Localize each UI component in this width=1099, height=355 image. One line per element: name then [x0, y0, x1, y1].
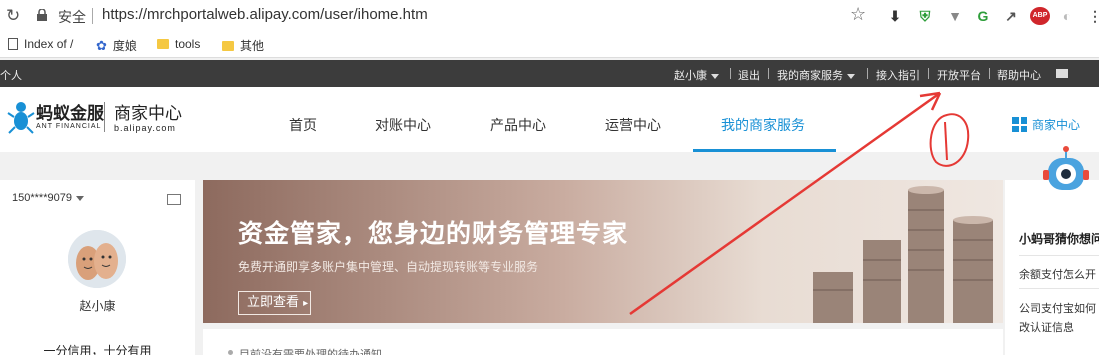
shield-extension-icon[interactable]: ⛨ [916, 7, 934, 25]
nav-my-services[interactable]: 我的商家服务 [721, 115, 805, 135]
folder-icon [157, 39, 169, 49]
bullet-icon [228, 350, 233, 355]
bookmark-duniang[interactable]: ✿ 度娘 [96, 37, 137, 54]
mail-icon[interactable] [1056, 69, 1068, 78]
bookmark-label: tools [175, 37, 201, 51]
merchant-center-label: 商家中心 [1032, 118, 1081, 132]
grid-icon [1012, 117, 1027, 132]
guide-link[interactable]: 接入指引 [876, 67, 920, 83]
open-platform-link[interactable]: 开放平台 [937, 67, 981, 83]
avatar[interactable] [68, 230, 126, 288]
lock-icon [37, 9, 47, 21]
browser-url-bar: ↻ 安全 https://mrchportalweb.alipay.com/us… [0, 0, 1099, 32]
coins-image [813, 186, 993, 323]
main-header: 蚂蚁金服 ANT FINANCIAL 商家中心 b.alipay.com 首页 … [0, 87, 1099, 152]
todo-notice: 目前没有需要处理的待办通知 [203, 329, 1003, 355]
secure-label: 安全 [58, 10, 86, 26]
page-icon [8, 38, 18, 50]
adblock-icon[interactable]: ABP [1030, 7, 1050, 25]
nav-operations[interactable]: 运营中心 [605, 115, 661, 135]
personal-link[interactable]: 个人 [0, 67, 22, 83]
folder-icon [222, 40, 234, 51]
account-switcher[interactable]: 150****9079 [12, 192, 84, 204]
chevron-down-icon [847, 73, 855, 79]
active-tab-indicator [693, 149, 836, 152]
address-input[interactable]: https://mrchportalweb.alipay.com/user/ih… [102, 6, 428, 23]
g-extension-icon[interactable]: G [974, 7, 992, 25]
assistant-question[interactable]: 公司支付宝如何 [1019, 300, 1096, 316]
chart-extension-icon[interactable]: ↗ [1002, 7, 1020, 25]
nav-products[interactable]: 产品中心 [490, 115, 546, 135]
id-card-icon[interactable] [167, 194, 181, 205]
divider [730, 68, 731, 79]
logout-link[interactable]: 退出 [738, 67, 760, 83]
paw-icon: ✿ [96, 37, 107, 53]
help-link[interactable]: 帮助中心 [997, 67, 1041, 83]
bookmark-other[interactable]: 其他 [222, 37, 264, 54]
user-menu[interactable]: 赵小康 [674, 67, 719, 83]
ant-logo-icon [7, 102, 35, 134]
divider [989, 68, 990, 79]
divider [768, 68, 769, 79]
chevron-down-icon [75, 195, 84, 201]
url-separator [92, 8, 93, 24]
v-extension-icon[interactable]: ▼ [946, 7, 964, 25]
view-now-button[interactable]: 立即查看 ▸ [238, 291, 311, 315]
assistant-title: 小蚂哥猜你想问 [1019, 232, 1099, 246]
avatar-image [68, 230, 126, 288]
user-name: 赵小康 [674, 69, 707, 82]
bookmark-label: 其他 [240, 39, 265, 53]
profile-card: 150****9079 赵小康 一分信用，十分有用 [0, 180, 195, 355]
bookmark-index[interactable]: Index of / [8, 37, 73, 51]
menu-more-icon[interactable]: ⋮ [1086, 7, 1099, 25]
logo-en: ANT FINANCIAL [36, 123, 102, 130]
bookmark-tools[interactable]: tools [157, 37, 200, 51]
promo-banner[interactable]: 资金管家，您身边的财务管理专家 免费开通即享多账户集中管理、自动提现转账等专业服… [203, 180, 1003, 323]
view-now-label: 立即查看 [247, 295, 300, 310]
divider [1019, 288, 1099, 289]
banner-title: 资金管家，您身边的财务管理专家 [238, 219, 629, 248]
nav-reconciliation[interactable]: 对账中心 [375, 115, 431, 135]
divider [867, 68, 868, 79]
bookmark-label: Index of / [24, 37, 74, 51]
download-icon[interactable]: ⬇ [886, 7, 904, 25]
bookmarks-bar: Index of / ✿ 度娘 tools 其他 [0, 32, 1099, 58]
nav-home[interactable]: 首页 [289, 115, 317, 135]
site-cn: 商家中心 [114, 104, 182, 124]
chevron-down-icon [711, 73, 719, 79]
chevron-right-icon: ▸ [303, 298, 309, 309]
bookmark-label: 度娘 [112, 39, 137, 53]
divider [928, 68, 929, 79]
merchant-center-link[interactable]: 商家中心 [1012, 116, 1080, 133]
site-en: b.alipay.com [114, 123, 176, 133]
assistant-panel: 小蚂哥猜你想问 余额支付怎么开 公司支付宝如何 改认证信息 [1005, 180, 1099, 355]
reload-icon[interactable]: ↻ [6, 6, 20, 26]
my-services-label: 我的商家服务 [777, 69, 843, 82]
profile-username: 赵小康 [79, 299, 116, 313]
assistant-question[interactable]: 改认证信息 [1019, 319, 1074, 335]
bookmark-star-icon[interactable]: ☆ [850, 4, 866, 25]
disabled-extension-icon[interactable]: ◐ [1058, 7, 1076, 25]
banner-subtitle: 免费开通即享多账户集中管理、自动提现转账等专业服务 [238, 260, 539, 274]
divider [1019, 255, 1099, 256]
logo-divider [104, 102, 105, 132]
notice-text: 目前没有需要处理的待办通知 [239, 348, 382, 355]
robot-mascot-icon[interactable] [1043, 146, 1089, 196]
my-services-menu[interactable]: 我的商家服务 [777, 67, 855, 83]
logo-cn: 蚂蚁金服 [36, 104, 104, 124]
account-number: 150****9079 [12, 192, 72, 204]
profile-motto: 一分信用，十分有用 [43, 344, 152, 355]
assistant-question[interactable]: 余额支付怎么开 [1019, 266, 1096, 282]
top-account-bar: 个人 赵小康 退出 我的商家服务 接入指引 开放平台 帮助中心 [0, 60, 1099, 87]
